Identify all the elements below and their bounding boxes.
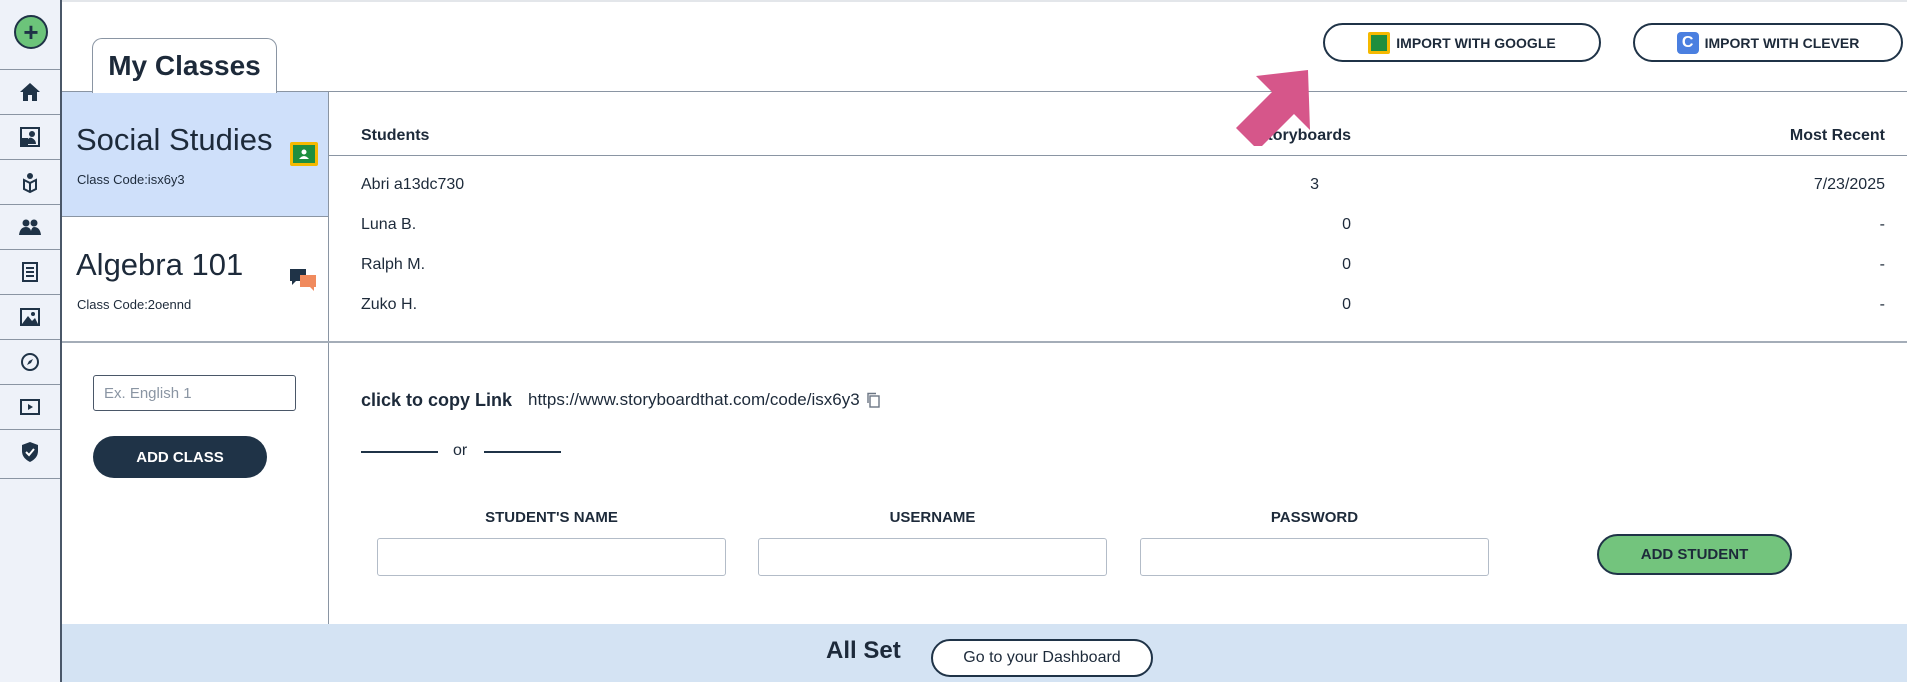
header-divider (62, 91, 1907, 92)
left-rail: + (0, 0, 62, 682)
password-label: PASSWORD (1270, 509, 1359, 526)
compass-icon (21, 353, 39, 371)
create-new-button[interactable]: + (14, 15, 48, 49)
class-code: Class Code:isx6y3 (77, 172, 185, 187)
table-header-divider (328, 155, 1907, 156)
import-clever-label: IMPORT WITH CLEVER (1704, 34, 1860, 51)
student-name[interactable]: Luna B. (361, 216, 416, 234)
pointer-arrow-icon (1236, 70, 1310, 146)
google-classroom-icon (290, 142, 318, 171)
go-to-dashboard-button[interactable]: Go to your Dashboard (931, 639, 1153, 677)
top-border (62, 0, 1907, 2)
username-label: USERNAME (889, 509, 976, 526)
password-input[interactable] (1140, 538, 1489, 576)
students-column-header: Students (361, 127, 430, 144)
add-class-button[interactable]: ADD CLASS (93, 436, 267, 478)
import-clever-button[interactable]: C IMPORT WITH CLEVER (1633, 23, 1903, 62)
users-icon (19, 219, 41, 235)
import-google-button[interactable]: IMPORT WITH GOOGLE (1323, 23, 1601, 62)
rail-teacher-guide-button[interactable] (0, 159, 60, 204)
class-link[interactable]: https://www.storyboardthat.com/code/isx6… (528, 390, 880, 410)
student-storyboards: 3 (1310, 176, 1319, 193)
class-list-divider (328, 91, 329, 624)
google-classroom-icon (1368, 31, 1391, 54)
class-card-algebra-101[interactable]: Algebra 101 Class Code:2oennd (62, 217, 328, 341)
app-root: + My Classes IMPORT WITH GOOGLE C IMPORT… (0, 0, 1907, 682)
import-google-label: IMPORT WITH GOOGLE (1396, 34, 1556, 51)
clever-icon: C (1676, 31, 1699, 54)
most-recent-column-header: Most Recent (1789, 127, 1885, 144)
student-most-recent: 7/23/2025 (1813, 176, 1885, 193)
home-icon (20, 83, 40, 101)
student-most-recent: - (1879, 256, 1885, 273)
class-link-url: https://www.storyboardthat.com/code/isx6… (528, 390, 860, 409)
class-name: Social Studies (76, 122, 273, 157)
copy-icon[interactable] (866, 392, 880, 408)
student-name[interactable]: Ralph M. (361, 256, 425, 274)
class-name-input[interactable] (93, 375, 296, 411)
add-student-button[interactable]: ADD STUDENT (1597, 534, 1792, 575)
storyboard-icon (20, 127, 40, 147)
video-icon (20, 399, 40, 415)
chat-bubbles-icon (288, 267, 318, 298)
rail-privacy-button[interactable] (0, 429, 60, 474)
rail-storyboard-button[interactable] (0, 114, 60, 159)
or-divider-left (361, 451, 438, 453)
student-name[interactable]: Zuko H. (361, 296, 417, 314)
teacher-icon (23, 173, 37, 194)
shield-check-icon (22, 442, 38, 462)
student-most-recent: - (1879, 216, 1885, 233)
document-icon (22, 262, 38, 282)
student-most-recent: - (1879, 296, 1885, 313)
rail-divider (0, 478, 60, 479)
rail-home-button[interactable] (0, 69, 60, 114)
or-text: or (453, 442, 468, 459)
copy-link-label[interactable]: click to copy Link (361, 390, 512, 411)
rail-videos-button[interactable] (0, 384, 60, 429)
student-name[interactable]: Abri a13dc730 (361, 176, 464, 194)
username-input[interactable] (758, 538, 1107, 576)
image-icon (20, 308, 40, 326)
student-storyboards: 0 (1342, 216, 1351, 233)
all-set-status: All Set (826, 637, 901, 664)
rail-images-button[interactable] (0, 294, 60, 339)
student-storyboards: 0 (1342, 256, 1351, 273)
rail-classes-button[interactable] (0, 204, 60, 249)
section-divider (62, 341, 1907, 343)
or-divider-right (484, 451, 561, 453)
rail-worksheets-button[interactable] (0, 249, 60, 294)
class-card-social-studies[interactable]: Social Studies Class Code:isx6y3 (62, 92, 328, 216)
class-name: Algebra 101 (76, 247, 244, 282)
student-name-label: STUDENT'S NAME (485, 509, 618, 526)
page-title: My Classes (92, 38, 277, 93)
class-code: Class Code:2oennd (77, 297, 192, 312)
student-name-input[interactable] (377, 538, 726, 576)
student-storyboards: 0 (1342, 296, 1351, 313)
rail-explore-button[interactable] (0, 339, 60, 384)
